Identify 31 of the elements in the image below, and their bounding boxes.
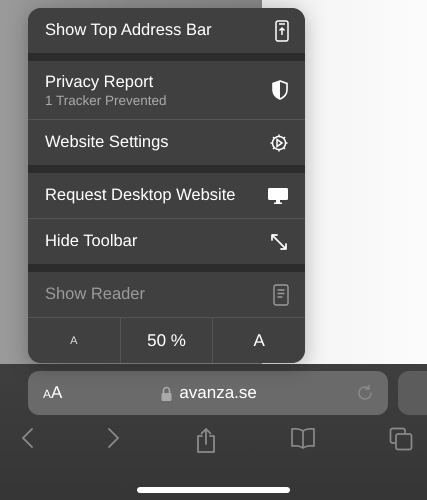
menu-item[interactable]: Request Desktop Website (28, 173, 305, 218)
address-bar-icon (275, 20, 289, 42)
tabs-icon[interactable] (389, 427, 413, 451)
decrease-text-button[interactable]: A (28, 318, 120, 363)
forward-icon[interactable] (107, 427, 122, 449)
item-label: Website Settings (45, 133, 169, 152)
text-size-label: A (43, 387, 52, 401)
document-icon (273, 284, 289, 306)
item-label: Request Desktop Website (45, 186, 236, 205)
zoom-level-button[interactable]: 50 % (120, 318, 212, 363)
item-label: Privacy Report (45, 72, 154, 92)
menu-item[interactable]: Privacy Report 1 Tracker Prevented (28, 61, 305, 119)
book-icon[interactable] (290, 427, 316, 449)
item-label: Hide Toolbar (45, 232, 138, 251)
text-size-label: A (51, 383, 62, 403)
shield-icon (271, 80, 289, 100)
gear-icon (269, 132, 289, 152)
back-icon[interactable] (20, 427, 34, 449)
monitor-icon (267, 186, 289, 204)
lock-icon (161, 386, 172, 400)
item-subtitle: 1 Tracker Prevented (45, 92, 167, 108)
url-text: avanza.se (179, 383, 257, 403)
increase-text-button[interactable]: A (212, 318, 305, 363)
address-field[interactable]: AA avanza.se (28, 371, 388, 415)
expand-arrows-icon (269, 232, 289, 252)
menu-item[interactable]: Website Settings (28, 119, 305, 165)
item-label: Show Reader (45, 285, 145, 304)
menu-item[interactable]: Hide Toolbar (28, 218, 305, 264)
menu-item[interactable]: Show Top Address Bar (28, 8, 305, 53)
share-icon[interactable] (194, 427, 216, 453)
item-label: Show Top Address Bar (45, 21, 212, 40)
